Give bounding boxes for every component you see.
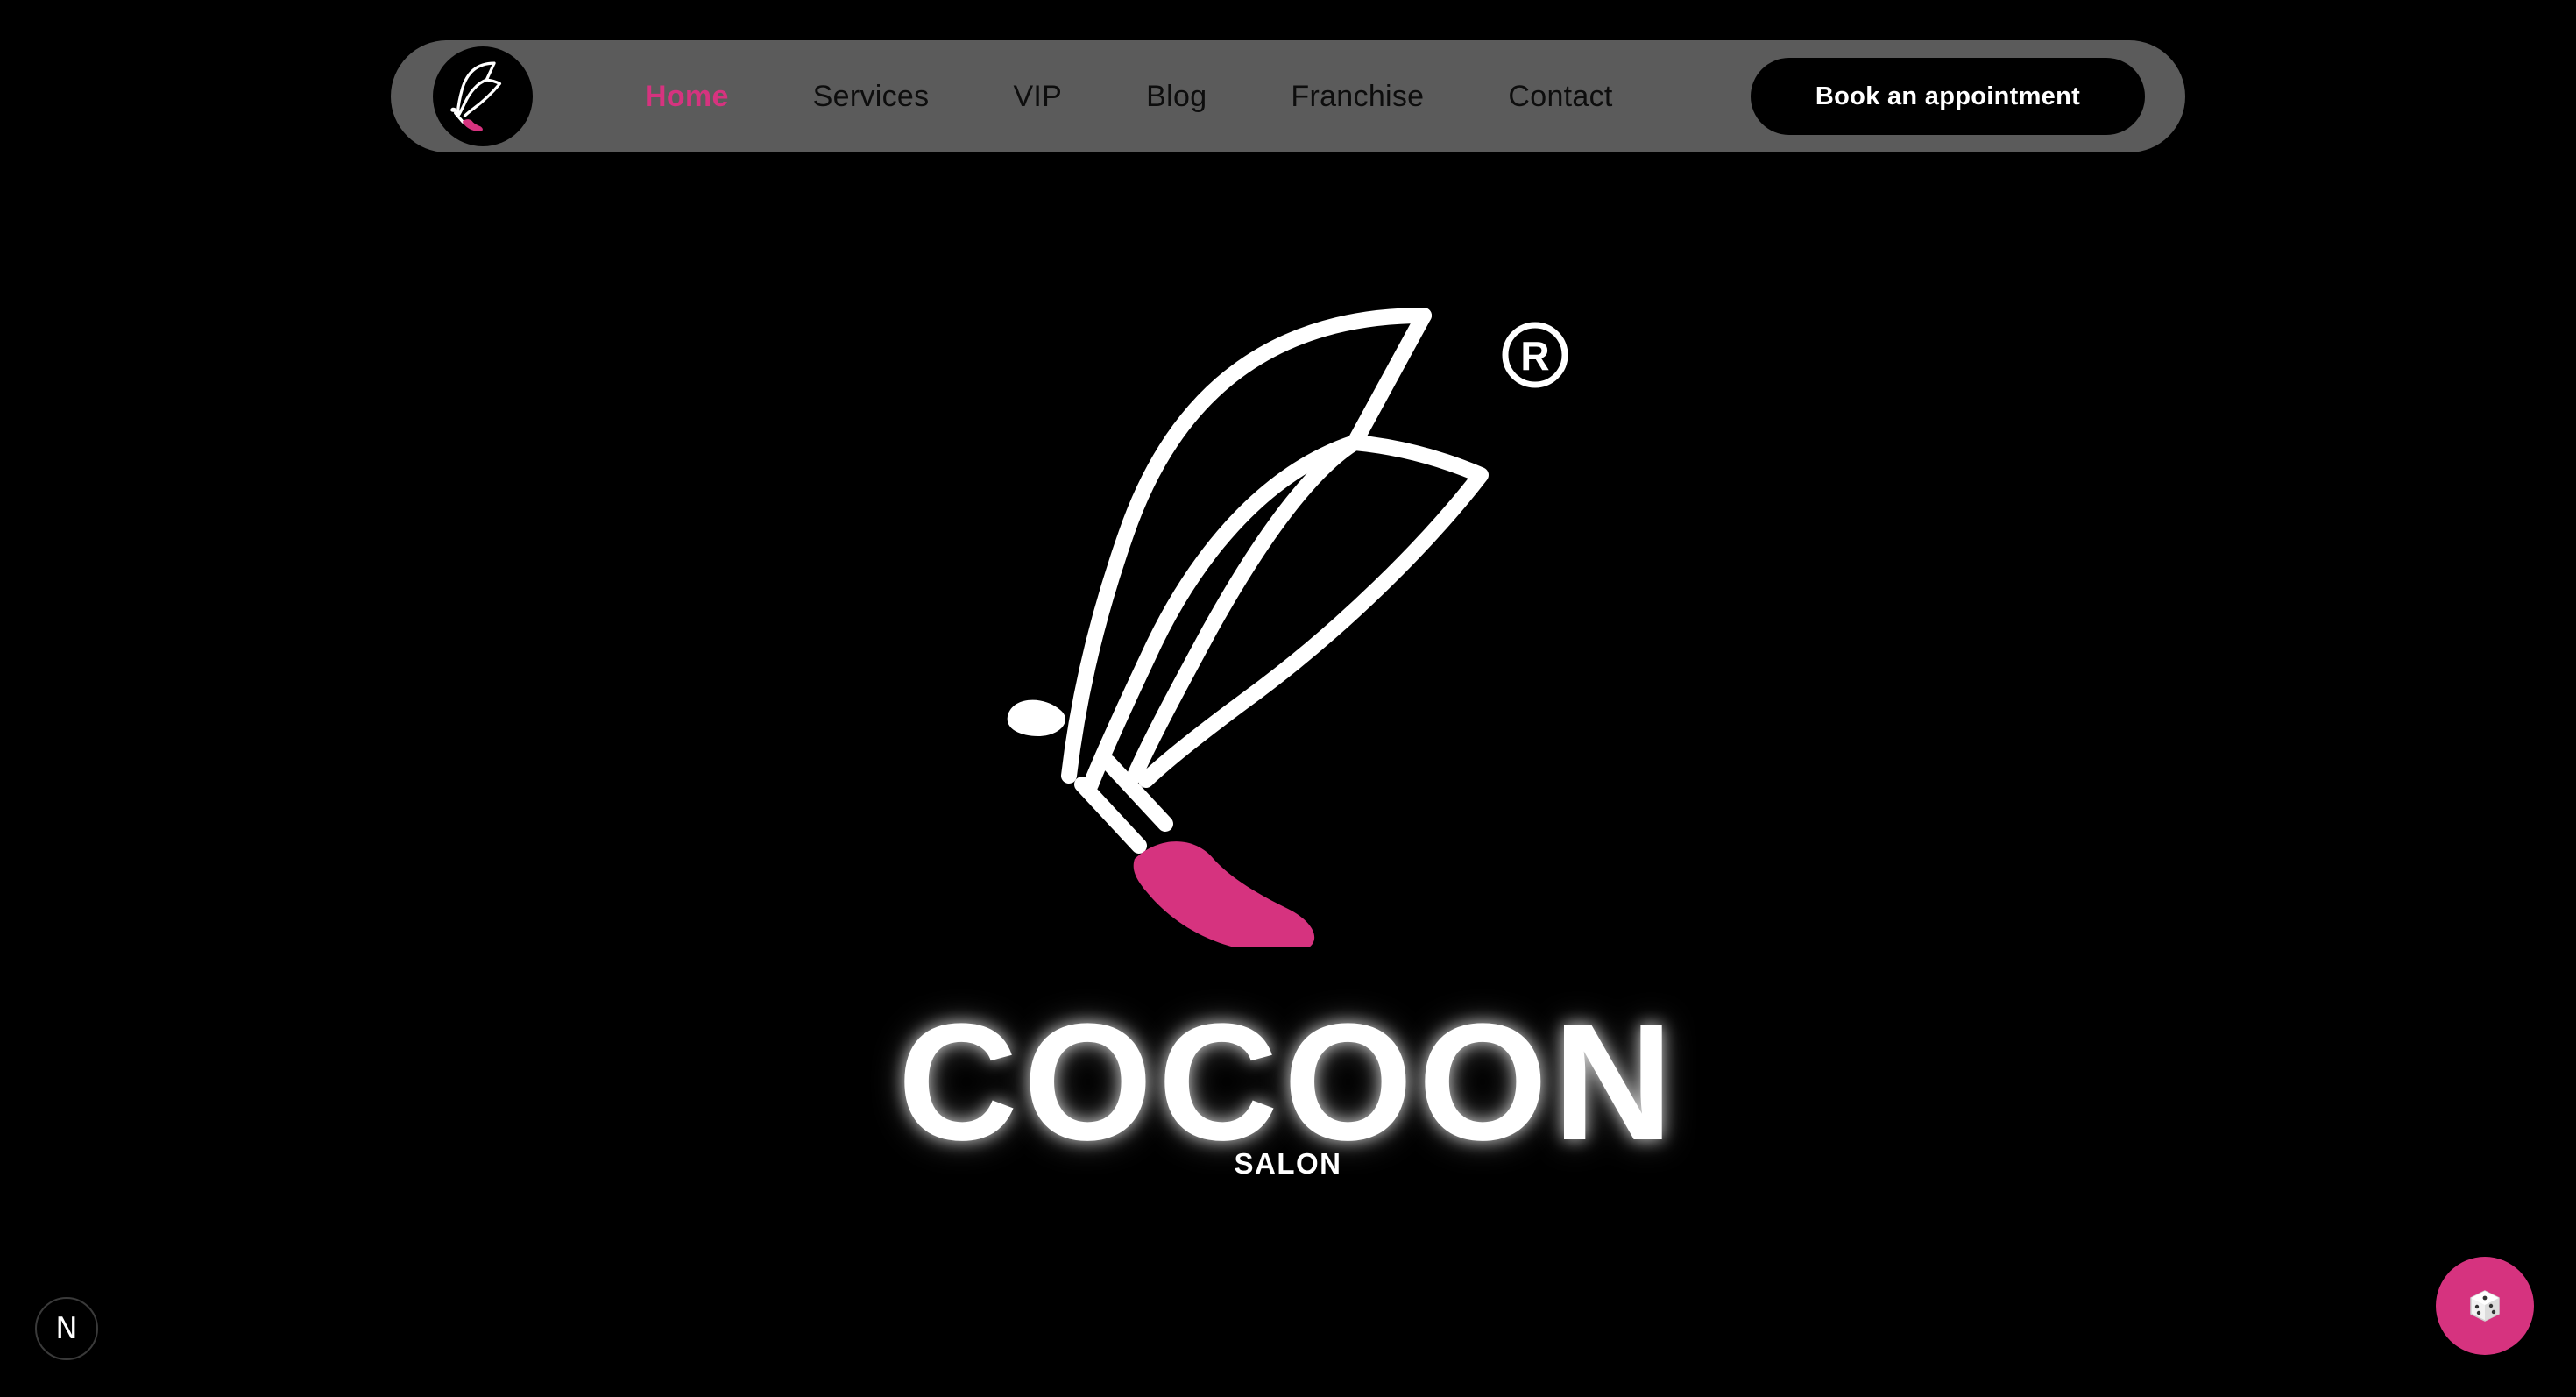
nav-item-vip[interactable]: VIP — [1013, 80, 1062, 114]
brand-subtitle: SALON — [1234, 1147, 1342, 1180]
dice-icon — [2470, 1290, 2500, 1322]
nav-item-services[interactable]: Services — [813, 80, 930, 114]
nav-item-home[interactable]: Home — [645, 80, 729, 114]
book-appointment-button[interactable]: Book an appointment — [1751, 58, 2145, 135]
nextjs-icon[interactable]: N — [35, 1297, 98, 1360]
hero-butterfly-logo-icon: R — [1007, 308, 1568, 947]
nav-logo-button[interactable] — [433, 46, 533, 146]
nav-item-contact[interactable]: Contact — [1508, 80, 1612, 114]
random-dice-button[interactable] — [2436, 1257, 2534, 1355]
butterfly-logo-icon — [450, 61, 502, 131]
nav-links: Home Services VIP Blog Franchise Contact — [645, 40, 1697, 152]
nav-item-blog[interactable]: Blog — [1146, 80, 1207, 114]
brand-name: COCOON — [897, 989, 1679, 1175]
svg-text:R: R — [1520, 333, 1549, 379]
navbar: Home Services VIP Blog Franchise Contact… — [391, 40, 2185, 152]
nav-item-franchise[interactable]: Franchise — [1291, 80, 1424, 114]
page: Home Services VIP Blog Franchise Contact… — [0, 0, 2576, 1397]
